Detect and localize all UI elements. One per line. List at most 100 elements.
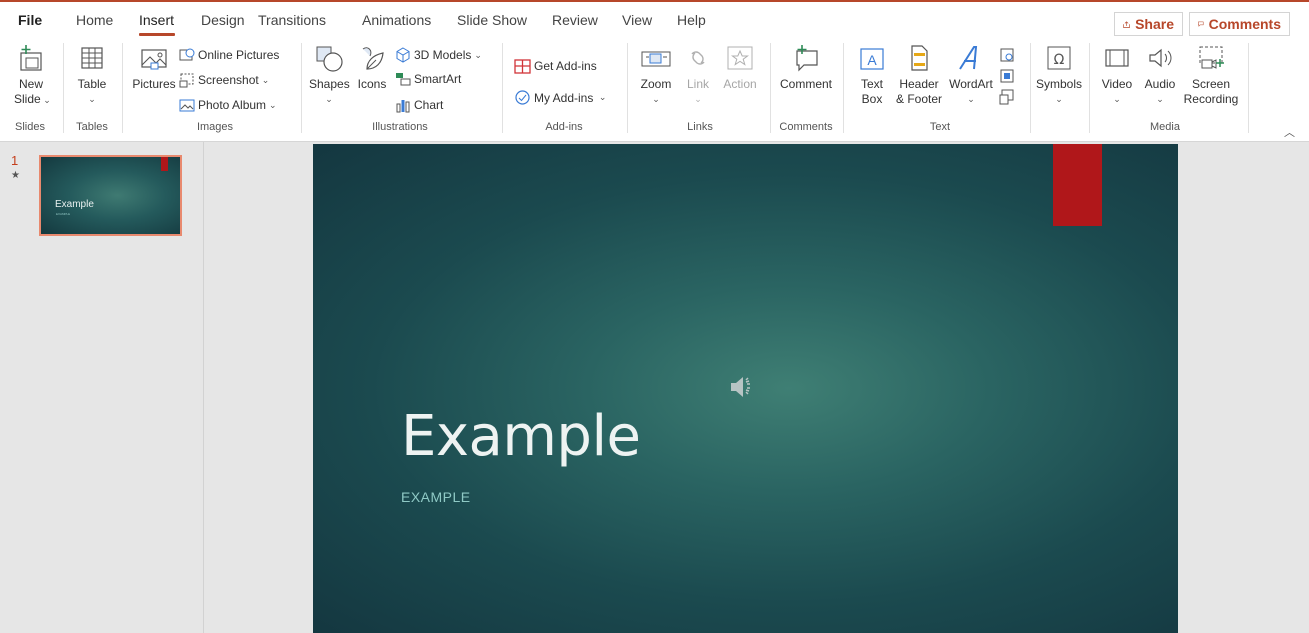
comment-button[interactable]: Comment: [776, 43, 836, 92]
tab-file[interactable]: File: [18, 12, 42, 28]
action-star-icon: [727, 46, 753, 70]
group-label-images: Images: [196, 121, 234, 133]
slide-red-tab: [1053, 144, 1102, 226]
pictures-button[interactable]: Pictures: [130, 43, 178, 92]
zoom-button[interactable]: Zoom ⌄: [637, 43, 675, 107]
video-label: Video: [1101, 77, 1133, 91]
audio-speaker-icon[interactable]: [729, 374, 755, 400]
get-addins-label: Get Add-ins: [534, 58, 597, 73]
slide-canvas[interactable]: Example EXAMPLE: [313, 144, 1178, 633]
shapes-icon: [316, 46, 343, 72]
photo-album-button[interactable]: Photo Album ⌄: [179, 97, 277, 113]
header-footer-button[interactable]: Header & Footer: [893, 43, 945, 107]
tab-help[interactable]: Help: [677, 12, 706, 28]
3d-cube-icon: [396, 47, 410, 63]
3d-models-button[interactable]: 3D Models ⌄: [395, 47, 482, 63]
wordart-button[interactable]: WordArt ⌄: [948, 43, 994, 107]
separator: [1030, 43, 1031, 133]
chart-icon: [396, 100, 410, 113]
chart-button[interactable]: Chart: [395, 97, 443, 113]
separator: [1248, 43, 1249, 133]
separator: [63, 43, 64, 133]
wordart-icon: [959, 46, 978, 70]
get-addins-button[interactable]: Get Add-ins: [514, 57, 597, 74]
video-button[interactable]: Video ⌄: [1097, 43, 1137, 107]
wordart-label: WordArt: [949, 77, 993, 91]
separator: [122, 43, 123, 133]
online-pictures-button[interactable]: Online Pictures: [179, 47, 279, 63]
zoom-icon: [641, 51, 671, 67]
object-icon: [999, 89, 1014, 105]
table-icon: [81, 47, 103, 69]
tab-slide-show[interactable]: Slide Show: [457, 12, 527, 28]
link-button[interactable]: Link ⌄: [682, 43, 714, 107]
date-time-button[interactable]: [997, 47, 1017, 67]
3d-models-label: 3D Models: [414, 48, 472, 62]
separator: [301, 43, 302, 133]
active-tab-indicator: [139, 33, 175, 36]
group-label-links: Links: [687, 121, 713, 133]
share-button[interactable]: Share: [1114, 12, 1183, 36]
new-slide-button[interactable]: New Slide ⌄: [14, 43, 51, 108]
smartart-label: SmartArt: [414, 72, 462, 86]
slide-number: 1: [11, 153, 19, 168]
shapes-label: Shapes: [309, 77, 350, 91]
tab-view[interactable]: View: [622, 12, 652, 28]
screen-recording-label-1: Screen: [1191, 77, 1231, 91]
table-button[interactable]: Table ⌄: [73, 43, 111, 107]
slide-subtitle[interactable]: EXAMPLE: [401, 489, 471, 505]
table-label: Table: [77, 77, 107, 91]
tab-transitions[interactable]: Transitions: [258, 12, 326, 28]
animation-star-icon: ★: [11, 170, 20, 181]
svg-text:A: A: [867, 52, 877, 68]
smartart-button[interactable]: SmartArt: [395, 72, 461, 86]
slide-title[interactable]: Example: [401, 404, 641, 469]
tab-review[interactable]: Review: [552, 12, 598, 28]
icons-button[interactable]: Icons: [354, 43, 390, 92]
separator: [770, 43, 771, 133]
group-label-media: Media: [1150, 121, 1180, 133]
date-time-icon: [1000, 48, 1014, 62]
group-label-comments: Comments: [779, 121, 833, 133]
group-label-illustrations: Illustrations: [372, 121, 428, 133]
shapes-button[interactable]: Shapes ⌄: [309, 43, 350, 107]
group-label-addins: Add-ins: [545, 121, 583, 133]
screen-recording-button[interactable]: Screen Recording: [1180, 43, 1242, 107]
slide-thumbnails-pane: 1 ★ Example EXAMPLE: [0, 142, 204, 633]
tab-animations[interactable]: Animations: [362, 12, 431, 28]
audio-button[interactable]: Audio ⌄: [1140, 43, 1180, 107]
group-label-slides: Slides: [15, 121, 45, 133]
comment-label: Comment: [779, 77, 832, 91]
slide-number-icon: [1000, 69, 1014, 83]
text-box-icon: A: [860, 48, 884, 70]
collapse-ribbon-icon[interactable]: ︿: [1284, 124, 1295, 140]
text-box-label-1: Text: [860, 77, 883, 91]
share-icon: [1123, 20, 1130, 28]
my-addins-button[interactable]: My Add-ins ⌄: [514, 89, 606, 106]
action-label: Action: [723, 77, 757, 91]
omega-icon: Ω: [1047, 46, 1071, 70]
slide-thumbnail[interactable]: Example EXAMPLE: [39, 155, 182, 236]
tab-home[interactable]: Home: [76, 12, 113, 28]
new-slide-label-2: Slide: [14, 92, 41, 106]
online-pictures-icon: [179, 48, 195, 61]
text-box-button[interactable]: A Text Box: [856, 43, 888, 107]
screenshot-button[interactable]: Screenshot ⌄: [179, 72, 269, 88]
comments-button[interactable]: Comments: [1189, 12, 1290, 36]
store-icon: [514, 59, 531, 74]
header-footer-label-2: & Footer: [895, 92, 943, 106]
action-button[interactable]: Action: [720, 43, 760, 92]
comments-label: Comments: [1208, 16, 1281, 32]
tab-design[interactable]: Design: [201, 12, 245, 28]
icons-icon: [362, 47, 384, 70]
speaker-icon: [1149, 48, 1172, 68]
share-label: Share: [1135, 16, 1174, 32]
slide-number-button[interactable]: [997, 68, 1017, 88]
ribbon-insert: New Slide ⌄ Slides Table ⌄ Tables Pictur…: [0, 37, 1309, 142]
tab-insert[interactable]: Insert: [139, 12, 174, 28]
object-button[interactable]: [997, 89, 1017, 109]
icons-label: Icons: [357, 77, 387, 91]
new-slide-label-1: New: [18, 77, 43, 91]
symbols-button[interactable]: Ω Symbols ⌄: [1034, 43, 1084, 107]
thumbnail-subtitle: EXAMPLE: [56, 212, 71, 216]
